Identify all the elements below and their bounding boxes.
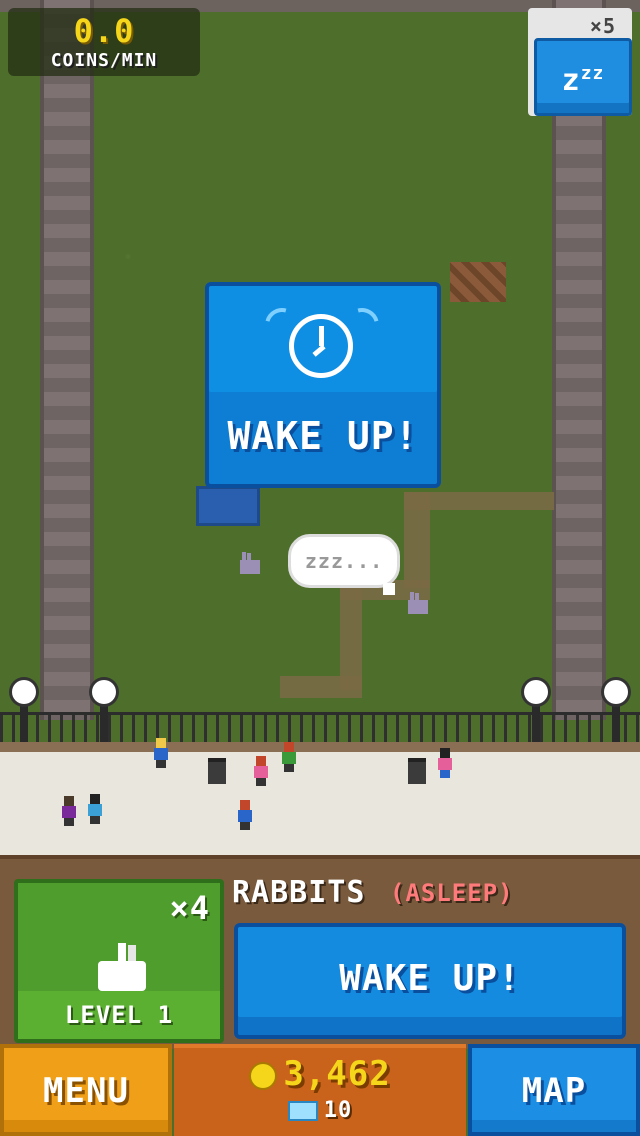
wake-up-button[interactable]: WAKE UP! (234, 923, 626, 1039)
gem-value: 10 (323, 1098, 353, 1123)
sleep-panel: ×5 zzz (528, 8, 632, 116)
visitor-sprite (88, 794, 102, 824)
sleep-button-label: z (561, 63, 581, 98)
rabbit-sprite[interactable] (236, 552, 260, 574)
animal-card[interactable]: ×4 LEVEL 1 (14, 879, 224, 1043)
coins-per-minute-panel: 0.0 COINS/MIN (8, 8, 200, 76)
rabbit-icon (98, 943, 146, 993)
sleep-multiplier: ×5 (589, 14, 616, 38)
dirt-trail (280, 676, 362, 698)
sleep-button-sup: zz (580, 63, 605, 84)
coin-icon (249, 1061, 278, 1090)
gem-icon (287, 1101, 318, 1121)
gold-counter: 3,462 (174, 1054, 466, 1094)
pond (196, 486, 260, 526)
visitor-sprite (254, 756, 268, 786)
visitor-sprite (154, 738, 168, 768)
coins-per-minute-unit: COINS/MIN (50, 50, 158, 71)
trash-bin (208, 758, 226, 784)
gem-counter: 10 (174, 1098, 466, 1123)
visitor-sprite (62, 796, 76, 826)
visitor-sprite (438, 748, 452, 778)
animal-status: (ASLEEP) (390, 879, 514, 907)
trash-bin (408, 758, 426, 784)
map-button[interactable]: MAP (468, 1044, 640, 1136)
coins-per-minute-value: 0.0 (73, 12, 135, 50)
rabbit-sprite[interactable] (404, 592, 428, 614)
wake-up-popup[interactable]: WAKE UP! (205, 282, 441, 488)
animal-panel: ×4 LEVEL 1 RABBITS (ASLEEP) WAKE UP! (0, 855, 640, 1049)
left-stone-path (40, 0, 94, 720)
currency-panel: 3,462 10 (174, 1044, 466, 1136)
visitor-sprite (238, 800, 252, 830)
gold-value: 3,462 (283, 1054, 391, 1094)
speech-bubble: zzz... (288, 534, 400, 595)
dirt-trail (340, 580, 362, 690)
animal-multiplier: ×4 (169, 889, 210, 927)
wood-log-pile (450, 262, 506, 302)
footer-bar: MENU 3,462 10 MAP (0, 1044, 640, 1136)
alarm-clock-icon (258, 301, 386, 378)
menu-button[interactable]: MENU (0, 1044, 172, 1136)
animal-name: RABBITS (232, 875, 366, 910)
dirt-trail (404, 492, 430, 588)
animal-level: LEVEL 1 (64, 1001, 174, 1029)
visitor-sprite (282, 742, 296, 772)
sleep-button[interactable]: zzz (534, 38, 632, 116)
wake-up-popup-label: WAKE UP! (227, 414, 419, 458)
